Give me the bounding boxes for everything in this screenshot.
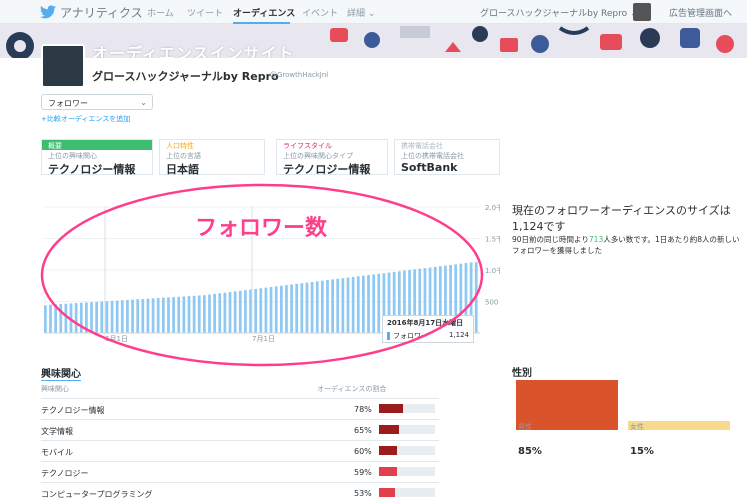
tab-category: 概要: [42, 140, 152, 150]
tab-lifestyle[interactable]: ライフスタイル 上位の興味関心タイプ テクノロジー情報: [276, 139, 388, 176]
profile-name: グロースハックジャーナルby Repro: [92, 70, 279, 83]
tab-category: ライフスタイル: [283, 142, 332, 150]
interest-bar-track: [379, 446, 435, 455]
highlight-ellipse: [40, 183, 484, 367]
nav-events[interactable]: イベント: [302, 6, 338, 19]
table-row[interactable]: 文学情報 65%: [41, 419, 439, 439]
growth-count: 713: [588, 235, 604, 244]
tab-subtitle: 上位の携帯電話会社: [401, 152, 464, 160]
tab-subtitle: 上位の興味関心タイプ: [283, 152, 353, 160]
tab-category: 携帯電話会社: [401, 142, 443, 150]
interest-percent: 59%: [354, 468, 372, 477]
interest-bar-track: [379, 425, 435, 434]
interest-bar-track: [379, 467, 435, 476]
male-percent: 85%: [518, 446, 542, 457]
twitter-bird-icon: [40, 5, 56, 19]
tab-value: テクノロジー情報: [48, 163, 136, 176]
avatar[interactable]: [633, 3, 651, 21]
nav-audience[interactable]: オーディエンス: [233, 6, 295, 19]
interest-bar-track: [379, 488, 435, 497]
y-tick-label: 500: [485, 299, 498, 307]
interests-col-share: オーディエンスの割合: [317, 385, 387, 393]
table-row[interactable]: コンピュータープログラミング 53%: [41, 482, 439, 499]
tab-overview[interactable]: 概要 上位の興味関心 テクノロジー情報: [41, 139, 153, 176]
add-comparison-link[interactable]: +比較オーディエンスを追加: [41, 114, 130, 124]
growth-text-pre: 90日前の同じ時間より: [512, 235, 589, 244]
interest-bar-fill: [379, 446, 397, 455]
top-nav: アナリティクス ホーム ツイート オーディエンス イベント 詳細 ⌄ グロースハ…: [0, 0, 747, 24]
audience-growth-detail: 90日前の同じ時間より713人多い数です。1日あたり約8人の新しいフォロワーを獲…: [512, 234, 742, 256]
interest-bar-fill: [379, 488, 395, 497]
interests-col-label: 興味関心: [41, 385, 69, 393]
ads-manager-link[interactable]: 広告管理画面へ: [669, 6, 732, 19]
tab-category: 人口特性: [166, 142, 194, 150]
nav-more[interactable]: 詳細 ⌄: [347, 6, 375, 19]
y-tick-label: 2.0千: [485, 203, 500, 212]
interest-label: コンピュータープログラミング: [41, 490, 153, 499]
gender-section-title: 性別: [512, 368, 532, 379]
tab-value: SoftBank: [401, 161, 458, 174]
y-tick-label: 1.0千: [485, 266, 500, 275]
tab-value: 日本語: [166, 163, 199, 176]
interest-label: モバイル: [41, 448, 73, 457]
profile-handle: @GrowthHackJnl: [270, 71, 329, 79]
page-title: オーディエンスインサイト: [92, 44, 295, 58]
account-menu[interactable]: グロースハックジャーナルby Repro ⌄: [480, 6, 638, 19]
interest-bar-track: [379, 404, 435, 413]
gender-panel: 性別 男性 女性 85% 15%: [500, 360, 747, 499]
interest-percent: 60%: [354, 447, 372, 456]
female-label: 女性: [630, 423, 644, 431]
interest-bar-fill: [379, 467, 397, 476]
table-row[interactable]: テクノロジー 59%: [41, 461, 439, 481]
tab-demographics[interactable]: 人口特性 上位の言語 日本語: [159, 139, 265, 176]
audience-size-summary: 現在のフォロワーオーディエンスのサイズは1,124です: [512, 204, 731, 233]
table-row[interactable]: モバイル 60%: [41, 440, 439, 460]
interest-label: テクノロジー: [41, 469, 89, 478]
male-label: 男性: [518, 423, 532, 431]
interest-bar-fill: [379, 425, 399, 434]
table-row[interactable]: テクノロジー情報 78%: [41, 398, 439, 418]
tab-carrier[interactable]: 携帯電話会社 上位の携帯電話会社 SoftBank: [394, 139, 500, 175]
nav-tweets[interactable]: ツイート: [187, 6, 223, 19]
tab-subtitle: 上位の言語: [166, 152, 201, 160]
interests-section-title: 興味関心: [41, 365, 81, 381]
header-banner: オーディエンスインサイト: [0, 24, 747, 58]
interest-percent: 53%: [354, 489, 372, 498]
interest-label: 文学情報: [41, 427, 73, 436]
interest-percent: 78%: [354, 405, 372, 414]
tab-subtitle: 上位の興味関心: [48, 152, 97, 160]
brand-label: アナリティクス: [60, 5, 143, 20]
profile-avatar: [41, 44, 85, 88]
y-tick-label: 1.5千: [485, 235, 500, 244]
interest-label: テクノロジー情報: [41, 406, 105, 415]
interest-bar-fill: [379, 404, 403, 413]
audience-select-value: フォロワー: [48, 99, 88, 108]
analytics-brand[interactable]: アナリティクス: [40, 4, 143, 20]
tab-value: テクノロジー情報: [283, 163, 371, 176]
audience-select[interactable]: フォロワー ⌄: [41, 94, 153, 110]
chevron-down-icon: ⌄: [140, 98, 147, 107]
female-percent: 15%: [630, 446, 654, 457]
interest-percent: 65%: [354, 426, 372, 435]
chart-annotation: フォロワー数: [195, 216, 328, 241]
nav-home[interactable]: ホーム: [147, 6, 174, 19]
